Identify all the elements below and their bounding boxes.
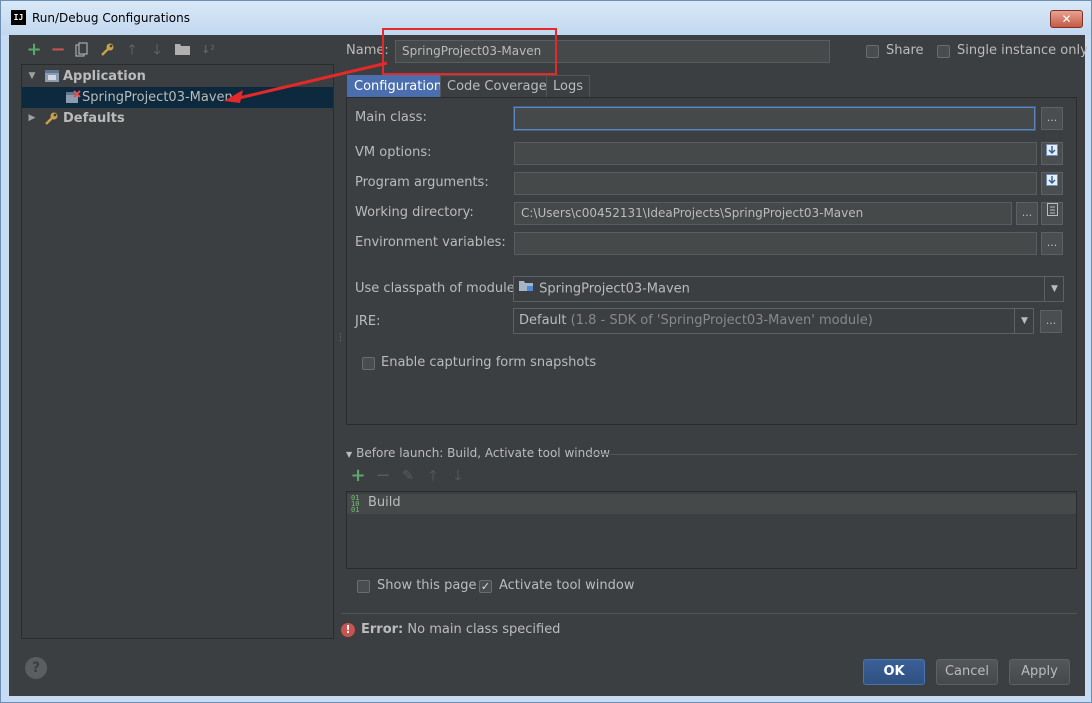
share-checkbox[interactable] xyxy=(866,45,879,58)
classpath-module-label: Use classpath of module: xyxy=(355,281,520,296)
dialog-window: IJ Run/Debug Configurations ✕ + − 🡑 🡓 ↓²… xyxy=(0,0,1092,703)
environment-variables-field[interactable] xyxy=(514,232,1037,255)
activate-tool-window-checkbox[interactable]: ✓ xyxy=(479,580,492,593)
program-arguments-label: Program arguments: xyxy=(355,175,489,190)
help-button[interactable]: ? xyxy=(25,657,47,679)
form-snapshots-checkbox[interactable] xyxy=(362,357,375,370)
cancel-button[interactable]: Cancel xyxy=(936,659,998,685)
annotation-highlight-box xyxy=(382,28,557,75)
environment-variables-browse-button[interactable]: ... xyxy=(1041,232,1063,255)
error-message: Error: No main class specified xyxy=(361,622,560,637)
jre-value-detail: (1.8 - SDK of 'SpringProject03-Maven' mo… xyxy=(570,313,873,328)
tab-code-coverage[interactable]: Code Coverage xyxy=(440,75,554,99)
dialog-content: + − 🡑 🡓 ↓² ▼ Application SpringProject03… xyxy=(9,28,1088,696)
before-launch-title: Before launch: Build, Activate tool wind… xyxy=(356,446,610,460)
before-launch-header[interactable]: ▼ Before launch: Build, Activate tool win… xyxy=(346,446,610,460)
error-icon: ! xyxy=(341,623,355,637)
main-class-browse-button[interactable]: ... xyxy=(1041,107,1063,130)
module-folder-icon xyxy=(519,277,535,301)
splitter-handle[interactable]: ⋮ xyxy=(336,333,345,345)
working-directory-field[interactable]: C:\Users\c00452131\IdeaProjects\SpringPr… xyxy=(514,202,1012,225)
list-item[interactable]: 01 10 01 Build xyxy=(347,494,1076,514)
insert-macro-icon[interactable] xyxy=(1041,202,1063,225)
main-class-field[interactable] xyxy=(514,107,1035,130)
activate-tool-window-label: Activate tool window xyxy=(499,578,635,593)
move-task-up-icon[interactable]: 🡑 xyxy=(425,468,441,484)
program-arguments-expand-icon[interactable] xyxy=(1041,172,1063,195)
working-directory-browse-button[interactable]: ... xyxy=(1016,202,1038,225)
vm-options-field[interactable] xyxy=(514,142,1037,165)
tab-configuration[interactable]: Configuration xyxy=(347,75,450,99)
single-instance-label: Single instance only xyxy=(957,43,1088,58)
form-snapshots-label: Enable capturing form snapshots xyxy=(381,355,597,370)
intellij-app-icon: IJ xyxy=(11,10,26,25)
close-button[interactable]: ✕ xyxy=(1050,10,1083,28)
ok-button[interactable]: OK xyxy=(863,659,925,685)
add-task-icon[interactable]: + xyxy=(350,467,366,485)
jre-browse-button[interactable]: ... xyxy=(1040,310,1062,333)
jre-label: JRE: xyxy=(355,314,381,329)
build-icon: 01 10 01 xyxy=(351,494,360,514)
move-task-down-icon[interactable]: 🡓 xyxy=(450,468,466,484)
classpath-module-select[interactable]: SpringProject03-Maven ▼ xyxy=(513,276,1064,302)
share-label: Share xyxy=(886,43,924,58)
environment-variables-label: Environment variables: xyxy=(355,235,506,250)
main-class-label: Main class: xyxy=(355,110,427,125)
status-divider xyxy=(341,613,1077,614)
show-page-label: Show this page xyxy=(377,578,477,593)
chevron-down-icon[interactable]: ▼ xyxy=(1014,309,1033,333)
jre-select[interactable]: Default (1.8 - SDK of 'SpringProject03-M… xyxy=(513,308,1034,334)
remove-task-icon[interactable]: − xyxy=(375,467,391,485)
tab-logs[interactable]: Logs xyxy=(546,75,590,99)
program-arguments-field[interactable] xyxy=(514,172,1037,195)
vm-options-expand-icon[interactable] xyxy=(1041,142,1063,165)
apply-button[interactable]: Apply xyxy=(1009,659,1070,685)
collapse-arrow-icon[interactable]: ▼ xyxy=(346,450,352,459)
classpath-module-value: SpringProject03-Maven xyxy=(539,281,690,297)
show-page-checkbox[interactable] xyxy=(357,580,370,593)
jre-value-main: Default xyxy=(519,313,567,328)
vm-options-label: VM options: xyxy=(355,145,432,160)
error-text: No main class specified xyxy=(407,622,561,637)
single-instance-checkbox[interactable] xyxy=(937,45,950,58)
section-divider xyxy=(587,454,1077,455)
error-prefix: Error: xyxy=(361,622,404,637)
before-launch-list[interactable]: 01 10 01 Build xyxy=(346,491,1077,569)
working-directory-label: Working directory: xyxy=(355,205,474,220)
edit-task-icon[interactable]: ✎ xyxy=(400,468,416,484)
window-title: Run/Debug Configurations xyxy=(32,11,190,25)
chevron-down-icon[interactable]: ▼ xyxy=(1044,277,1063,301)
build-task-label: Build xyxy=(368,495,401,510)
